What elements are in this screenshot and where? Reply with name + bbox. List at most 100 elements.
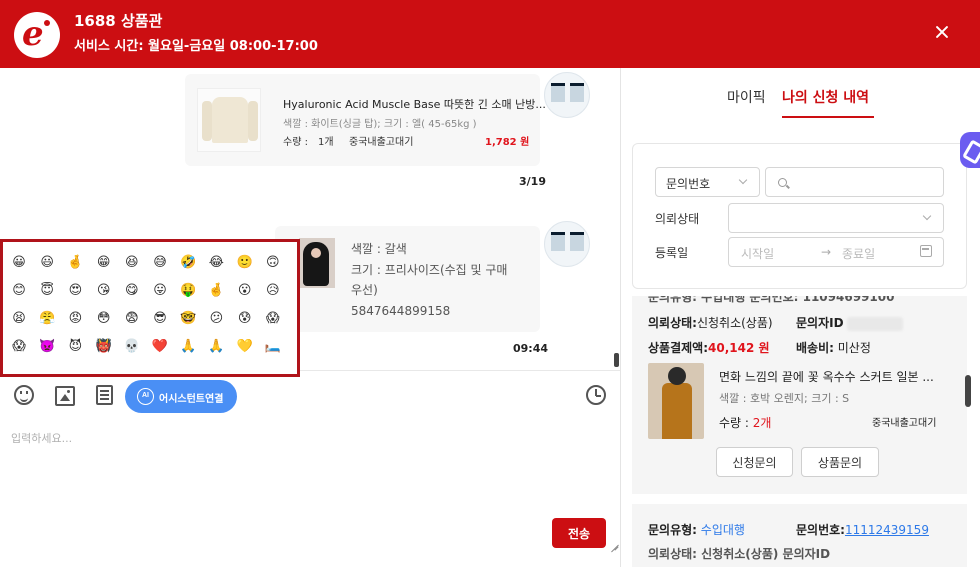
emoji-option[interactable]: 😆: [121, 252, 143, 274]
shipping-fee-value: 미산정: [837, 341, 871, 355]
emoji-option[interactable]: 😥: [262, 280, 284, 302]
search-input[interactable]: [765, 167, 944, 197]
inquiry-no-link[interactable]: 11112439159: [845, 523, 929, 537]
emoji-option[interactable]: 😊: [8, 280, 30, 302]
product-message-card[interactable]: 색깔 : 갈색 크기 : 프리사이즈(수집 및 구매 우선) 584764489…: [275, 226, 540, 332]
emoji-option[interactable]: 🤞: [205, 280, 227, 302]
emoji-option[interactable]: 💀: [121, 336, 143, 358]
close-icon[interactable]: [928, 18, 956, 46]
payment-value: 40,142 원: [708, 341, 770, 355]
item-spec: 색깔 : 호박 오렌지; 크기 : S: [719, 392, 850, 405]
emoji-option[interactable]: 🙏: [205, 336, 227, 358]
history-clock-icon[interactable]: [586, 385, 606, 405]
item-thumbnail: [648, 363, 704, 439]
emoji-option[interactable]: 😀: [8, 252, 30, 274]
emoji-option[interactable]: 😍: [64, 280, 86, 302]
emoji-option[interactable]: 😎: [149, 308, 171, 330]
right-panel-scrollbar[interactable]: [965, 375, 971, 407]
inquiry-type-label: 문의유형:: [648, 523, 697, 537]
right-panel: 마이픽 나의 신청 내역 문의번호 의뢰상태 등록일 시작일 → 종료일 문의유…: [621, 68, 980, 567]
emoji-option[interactable]: 😤: [36, 308, 58, 330]
emoji-option[interactable]: 🙏: [177, 336, 199, 358]
document-icon[interactable]: [96, 385, 113, 405]
emoji-option[interactable]: 😕: [205, 308, 227, 330]
chat-header: e 1688 상품관 서비스 시간: 월요일-금요일 08:00-17:00: [0, 0, 980, 68]
product-size: 크기 : 프리사이즈(수집 및 구매: [351, 263, 508, 277]
brand-e-logo: e: [14, 12, 60, 58]
emoji-option[interactable]: 🛏️: [262, 336, 284, 358]
message-input[interactable]: [0, 420, 618, 550]
emoji-option[interactable]: 😅: [149, 252, 171, 274]
emoji-option[interactable]: 😰: [234, 308, 256, 330]
emoji-option[interactable]: 👹: [93, 336, 115, 358]
emoji-option[interactable]: 🙂: [234, 252, 256, 274]
inquiry-type-value: 문의번호: [666, 177, 711, 191]
service-hours: 서비스 시간: 월요일-금요일 08:00-17:00: [74, 39, 318, 54]
emoji-option[interactable]: 👿: [36, 336, 58, 358]
product-title: Hyaluronic Acid Muscle Base 따뜻한 긴 소매 난방.…: [283, 98, 546, 111]
inquiry-no-label: 문의번호:: [796, 523, 845, 537]
filter-box: 문의번호 의뢰상태 등록일 시작일 → 종료일: [632, 143, 967, 289]
emoji-option[interactable]: 🤞: [64, 252, 86, 274]
emoji-option[interactable]: 😇: [36, 280, 58, 302]
emoji-option[interactable]: 🤑: [177, 280, 199, 302]
emoji-option[interactable]: 😡: [64, 308, 86, 330]
emoji-option[interactable]: 😳: [93, 308, 115, 330]
product-spec: 색깔 : 화이트(싱글 탑); 크기 : 엘( 45-65kg ): [283, 119, 477, 130]
assistant-side-badge-icon[interactable]: [960, 132, 980, 168]
product-code: 5847644899158: [351, 304, 451, 318]
product-inquiry-button[interactable]: 상품문의: [801, 447, 879, 477]
request-list: 문의유형: 수입대행 문의번호: 11094699100 의뢰상태:신청취소(상…: [632, 296, 967, 567]
product-color: 색깔 : 갈색: [351, 242, 407, 256]
inquiry-type-value: 수입대행: [700, 523, 745, 537]
status-value: 신청취소(상품): [696, 316, 773, 330]
emoji-option[interactable]: 😁: [93, 252, 115, 274]
emoji-option[interactable]: 😱: [8, 336, 30, 358]
emoji-option[interactable]: 😛: [149, 280, 171, 302]
request-inquiry-button[interactable]: 신청문의: [716, 447, 793, 477]
chat-scrollbar[interactable]: [614, 353, 619, 367]
requester-row: 문의자ID: [796, 314, 904, 331]
item-qty-row: 수량 : 2개: [719, 414, 771, 431]
emoji-option[interactable]: 💛: [234, 336, 256, 358]
emoji-option[interactable]: 🙃: [262, 252, 284, 274]
header-title: 1688 상품관: [74, 12, 163, 30]
resize-grip-icon[interactable]: [608, 540, 618, 550]
item-qty: 2개: [752, 416, 772, 430]
product-thumbnail: [197, 88, 261, 152]
status-label: 의뢰상태: [655, 212, 700, 226]
emoji-option[interactable]: 🤓: [177, 308, 199, 330]
tab-my-requests[interactable]: 나의 신청 내역: [782, 87, 869, 107]
tab-mypick[interactable]: 마이픽: [727, 87, 766, 107]
item-title: 면화 느낌의 끝에 꽃 옥수수 스커트 일본 ...: [719, 370, 934, 384]
user-avatar: [544, 221, 590, 267]
message-time: 09:44: [513, 342, 549, 355]
assistant-connect-button[interactable]: AI 어시스턴트연결: [125, 380, 237, 413]
requester-label: 문의자ID: [796, 316, 844, 330]
emoji-option[interactable]: 😮: [234, 280, 256, 302]
emoji-option[interactable]: 😨: [121, 308, 143, 330]
emoji-option[interactable]: 😈: [64, 336, 86, 358]
assistant-label: 어시스턴트연결: [159, 394, 224, 405]
status-row: 의뢰상태:신청취소(상품): [648, 314, 773, 331]
emoji-icon[interactable]: [14, 385, 34, 405]
send-button[interactable]: 전송: [552, 518, 606, 548]
message-stamp: 3/19: [519, 175, 546, 188]
status-select[interactable]: [728, 203, 944, 233]
image-upload-icon[interactable]: [55, 386, 75, 406]
inquiry-type-row: 문의유형: 수입대행: [648, 521, 745, 538]
emoji-option[interactable]: 😋: [121, 280, 143, 302]
inquiry-type-select[interactable]: 문의번호: [655, 167, 760, 197]
emoji-option[interactable]: 😘: [93, 280, 115, 302]
item-qty-label: 수량 :: [719, 416, 749, 430]
requester-id-blurred: [847, 316, 904, 331]
emoji-option[interactable]: ❤️: [149, 336, 171, 358]
emoji-option[interactable]: 😱: [262, 308, 284, 330]
card-partial-row: 의뢰상태: 신청취소(상품) 문의자ID: [648, 547, 831, 561]
emoji-option[interactable]: 😂: [205, 252, 227, 274]
product-message-card[interactable]: Hyaluronic Acid Muscle Base 따뜻한 긴 소매 난방.…: [185, 74, 546, 166]
emoji-option[interactable]: 😫: [8, 308, 30, 330]
emoji-option[interactable]: 😃: [36, 252, 58, 274]
emoji-option[interactable]: 🤣: [177, 252, 199, 274]
date-range-picker[interactable]: 시작일 → 종료일: [728, 237, 944, 267]
